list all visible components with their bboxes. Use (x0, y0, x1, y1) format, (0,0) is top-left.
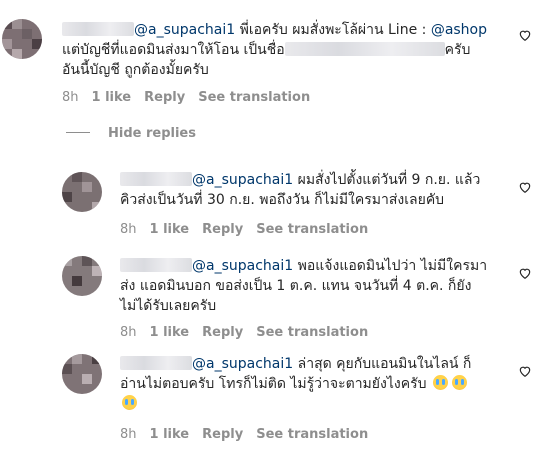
redacted-username (120, 258, 192, 272)
mention-link[interactable]: @ashop (431, 22, 487, 38)
redacted-name (284, 42, 445, 56)
comment-text: @a_supachai1 พี่เอครับ ผมสั่งพะโล้ผ่าน L… (62, 20, 504, 80)
likes-count[interactable]: 1 like (92, 90, 132, 105)
comment-body: @a_supachai1 ล่าสุด คุยกับแอนมินในไลน์ ก… (120, 354, 504, 414)
avatar[interactable] (62, 256, 102, 296)
divider (66, 132, 90, 133)
redacted-username (120, 356, 192, 370)
likes-count[interactable]: 1 like (150, 325, 190, 340)
comment-text-segment: คิวส่งเป็นวันที่ 30 ก.ย. พอถึงวัน ก็ไม่ม… (120, 192, 445, 208)
comment-item: @a_supachai1 พี่เอครับ ผมสั่งพะโล้ผ่าน L… (0, 0, 540, 120)
see-translation-button[interactable]: See translation (198, 90, 310, 105)
crying-face-emoji (122, 395, 137, 410)
mention-link[interactable]: @a_supachai1 (192, 258, 293, 274)
redacted-username (62, 22, 134, 36)
reply-button[interactable]: Reply (202, 325, 243, 340)
comment-text-segment: อันนี้บัญชี ถูกต้องมั้ยครับ (62, 62, 209, 78)
heart-outline-icon[interactable] (518, 28, 532, 42)
heart-outline-icon[interactable] (518, 364, 532, 378)
comment-meta: 8h 1 like Reply See translation (62, 90, 323, 105)
comment-text-segment: พอแจ้งแอดมินไปว่า ไม่มีใครมา (293, 258, 488, 274)
avatar[interactable] (62, 354, 102, 394)
comment-text-segment: พี่เอครับ ผมสั่งพะโล้ผ่าน Line : (235, 22, 431, 38)
comment-meta: 8h 1 like Reply See translation (120, 427, 381, 442)
hide-replies-button[interactable]: Hide replies (66, 126, 196, 141)
comment-meta: 8h 1 like Reply See translation (120, 325, 381, 340)
see-translation-button[interactable]: See translation (256, 222, 368, 237)
reply-button[interactable]: Reply (202, 427, 243, 442)
comment-text-segment: ไม่ได้รับเลยครับ (120, 298, 217, 314)
comment-text: @a_supachai1 ผมสั่งไปตั้งแต่วันที่ 9 ก.ย… (120, 170, 504, 210)
likes-count[interactable]: 1 like (150, 222, 190, 237)
hide-replies-label: Hide replies (108, 126, 196, 141)
comment-text-segment: ส่ง แอดมินบอก ขอส่งเป็น 1 ต.ค. แทน จนวัน… (120, 278, 472, 294)
reply-button[interactable]: Reply (144, 90, 185, 105)
avatar[interactable] (2, 19, 42, 59)
comment-body: @a_supachai1 ผมสั่งไปตั้งแต่วันที่ 9 ก.ย… (120, 170, 504, 210)
heart-outline-icon[interactable] (518, 266, 532, 280)
comment-text: @a_supachai1 พอแจ้งแอดมินไปว่า ไม่มีใครม… (120, 256, 504, 316)
reply-button[interactable]: Reply (202, 222, 243, 237)
mention-link[interactable]: @a_supachai1 (134, 22, 235, 38)
see-translation-button[interactable]: See translation (256, 427, 368, 442)
comment-body: @a_supachai1 พอแจ้งแอดมินไปว่า ไม่มีใครม… (120, 256, 504, 316)
likes-count[interactable]: 1 like (150, 427, 190, 442)
mention-link[interactable]: @a_supachai1 (192, 356, 293, 372)
comment-text-segment: ครับ (444, 42, 471, 58)
comment-text-segment: แต่บัญชีที่แอดมินส่งมาให้โอน เป็นชื่อ (62, 42, 285, 58)
comment-time: 8h (120, 427, 137, 442)
redacted-username (120, 172, 192, 186)
reply-item: @a_supachai1 ล่าสุด คุยกับแอนมินในไลน์ ก… (0, 348, 540, 458)
comment-time: 8h (120, 222, 137, 237)
heart-outline-icon[interactable] (518, 180, 532, 194)
comment-text-segment: อ่านไม่ตอบครับ โทรก็ไม่ติด ไม่รู้ว่าจะตา… (120, 376, 427, 392)
mention-link[interactable]: @a_supachai1 (192, 172, 293, 188)
comment-body: @a_supachai1 พี่เอครับ ผมสั่งพะโล้ผ่าน L… (62, 20, 504, 80)
reply-item: @a_supachai1 ผมสั่งไปตั้งแต่วันที่ 9 ก.ย… (0, 160, 540, 240)
comment-meta: 8h 1 like Reply See translation (120, 222, 381, 237)
avatar[interactable] (62, 172, 102, 212)
comment-time: 8h (62, 90, 79, 105)
crying-face-emoji (432, 375, 448, 390)
comment-text-segment: ล่าสุด คุยกับแอนมินในไลน์ ก็ (293, 356, 472, 372)
see-translation-button[interactable]: See translation (256, 325, 368, 340)
comment-text: @a_supachai1 ล่าสุด คุยกับแอนมินในไลน์ ก… (120, 354, 504, 414)
crying-face-emoji (451, 375, 467, 390)
comment-text-segment: ผมสั่งไปตั้งแต่วันที่ 9 ก.ย. แล้ว (293, 172, 481, 188)
reply-item: @a_supachai1 พอแจ้งแอดมินไปว่า ไม่มีใครม… (0, 248, 540, 343)
comment-time: 8h (120, 325, 137, 340)
